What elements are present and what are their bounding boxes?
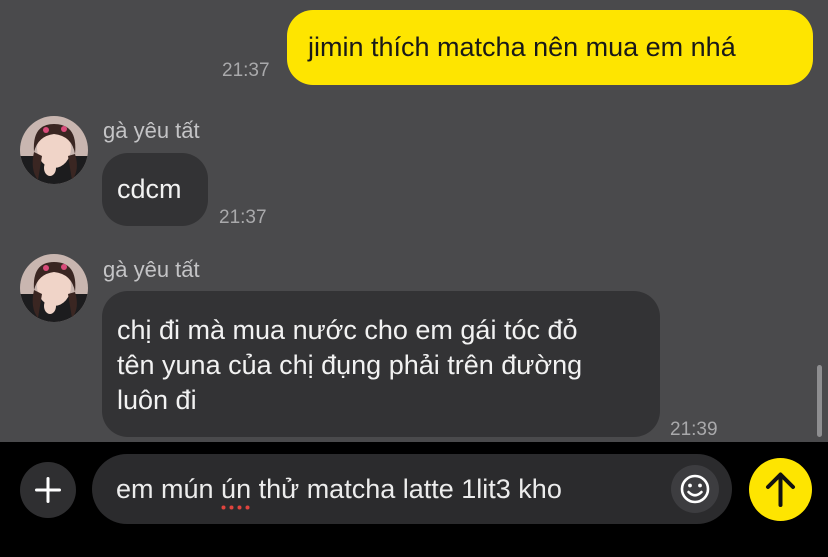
arrow-up-icon bbox=[766, 472, 795, 507]
message-text: cdcm bbox=[117, 174, 182, 204]
message-time: 21:39 bbox=[670, 419, 718, 440]
spellcheck-underline bbox=[221, 505, 250, 510]
message-text-line: luôn đi bbox=[117, 385, 197, 415]
outgoing-message-bubble[interactable]: jimin thích matcha nên mua em nhá bbox=[287, 10, 813, 85]
message-input-text[interactable]: em mún ún thử matcha latte 1lit3 kho bbox=[116, 471, 562, 510]
incoming-message-bubble[interactable]: cdcm bbox=[102, 153, 208, 226]
incoming-message-bubble[interactable]: chị đi mà mua nước cho em gái tóc đỏ tên… bbox=[102, 291, 660, 437]
input-text-before: em mún bbox=[116, 474, 222, 504]
smile-icon bbox=[680, 474, 710, 504]
message-list[interactable]: 21:37 jimin thích matcha nên mua em nhá … bbox=[0, 0, 828, 442]
sender-avatar[interactable] bbox=[20, 116, 88, 184]
message-input[interactable]: em mún ún thử matcha latte 1lit3 kho bbox=[92, 454, 732, 524]
input-text-after: thử matcha latte 1lit3 kho bbox=[251, 474, 562, 504]
message-time: 21:37 bbox=[219, 207, 267, 228]
scrollbar[interactable] bbox=[817, 365, 822, 437]
message-text-line: tên yuna của chị đụng phải trên đường bbox=[117, 350, 583, 380]
attach-button[interactable] bbox=[20, 462, 76, 518]
sender-name: gà yêu tất bbox=[103, 118, 200, 143]
misspelled-word[interactable]: ún bbox=[221, 471, 251, 510]
emoji-button[interactable] bbox=[671, 465, 719, 513]
plus-icon bbox=[35, 477, 61, 503]
sender-name: gà yêu tất bbox=[103, 257, 200, 282]
message-text-line: chị đi mà mua nước cho em gái tóc đỏ bbox=[117, 315, 578, 345]
send-button[interactable] bbox=[749, 458, 812, 521]
sender-avatar[interactable] bbox=[20, 254, 88, 322]
message-text: jimin thích matcha nên mua em nhá bbox=[308, 32, 736, 62]
chat-screen: 21:37 jimin thích matcha nên mua em nhá … bbox=[0, 0, 828, 557]
message-composer: em mún ún thử matcha latte 1lit3 kho bbox=[0, 442, 828, 557]
message-time: 21:37 bbox=[222, 60, 270, 81]
